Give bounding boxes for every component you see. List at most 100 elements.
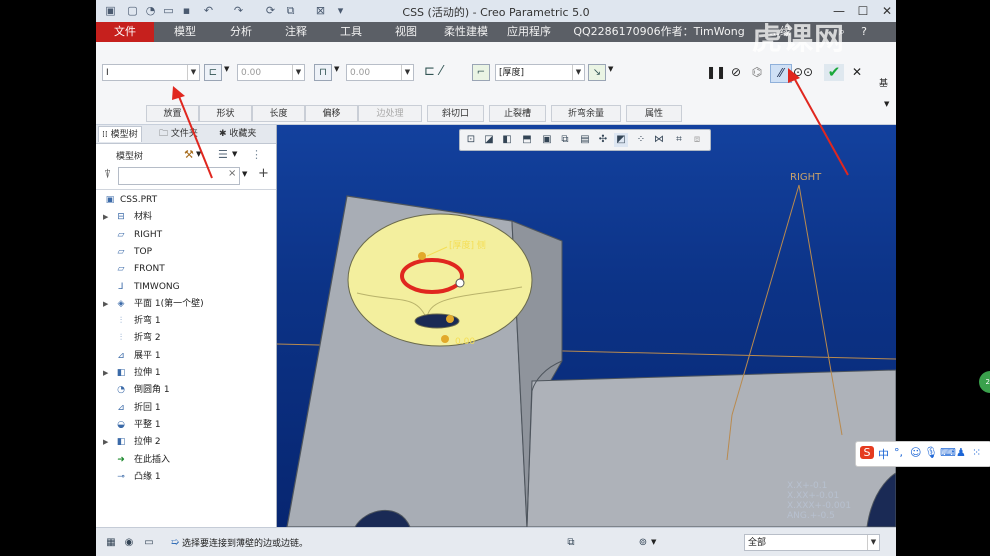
thickness-dimension-label[interactable]: [厚度] 侧 <box>449 238 486 251</box>
offset-type-icon[interactable]: ⊓ <box>314 64 332 81</box>
tab-relief[interactable]: 止裂槽 <box>489 105 546 122</box>
tree-item[interactable]: ▣ CSS.PRT <box>96 192 276 209</box>
tree-item[interactable]: ⫶ 折弯 1 <box>96 313 276 330</box>
perspective-icon[interactable]: ✣ <box>596 133 610 147</box>
binoculars-icon[interactable]: ⊚ <box>636 536 650 550</box>
tree-item[interactable]: ▱ FRONT <box>96 261 276 278</box>
drag-handle[interactable] <box>455 278 465 288</box>
skin-icon[interactable]: ♟ <box>956 446 966 459</box>
tab-favorites[interactable]: ✱ 收藏夹 <box>216 126 259 142</box>
keyboard-icon[interactable]: ⌨ <box>940 446 956 459</box>
show-navigator-icon[interactable]: ▦ <box>104 536 118 550</box>
selection-filter-select[interactable]: 全部 ▼ <box>744 534 880 551</box>
stop-icon[interactable]: ⊘ <box>728 64 744 81</box>
expand-arrow-icon[interactable]: ▶ <box>103 209 111 226</box>
offset-value-field[interactable]: 0.00 ▼ <box>346 64 414 81</box>
ime-mode-label[interactable]: 中 <box>878 446 889 462</box>
tab-shape[interactable]: 形状 <box>199 105 252 122</box>
cancel-icon[interactable]: ✕ <box>848 64 866 81</box>
repaint-icon[interactable]: ⬒ <box>520 133 534 147</box>
network-badge[interactable]: 29 <box>979 371 990 393</box>
menu-annotate[interactable]: 注释 <box>271 22 321 42</box>
thickness-select[interactable]: [厚度] ▼ <box>495 64 585 81</box>
menu-file[interactable]: 文件 <box>96 22 154 42</box>
glasses-icon[interactable]: ⊙⊙ <box>793 64 813 81</box>
tree-item[interactable]: ⊿ 展平 1 <box>96 348 276 365</box>
show-browser-icon[interactable]: ◉ <box>122 536 136 550</box>
filter-icon[interactable]: ⍒ <box>104 167 111 182</box>
menu-model[interactable]: 模型 <box>160 22 210 42</box>
drag-handle[interactable] <box>418 252 426 260</box>
length-type-icon[interactable]: ⊏ <box>204 64 222 81</box>
add-filter-icon[interactable]: + <box>258 166 269 181</box>
tree-item[interactable]: ➜ 在此插入 <box>96 452 276 469</box>
chevron-down-icon[interactable]: ▼ <box>224 65 229 73</box>
tab-properties[interactable]: 属性 <box>626 105 682 122</box>
tab-length[interactable]: 长度 <box>252 105 305 122</box>
graphics-viewport[interactable]: [厚度] 侧 0.00 RIGHT X.X+-0.1 X.XX+-0.01 X.… <box>277 125 896 527</box>
chevron-down-icon[interactable]: ▼ <box>232 150 237 158</box>
menu-analysis[interactable]: 分析 <box>216 22 266 42</box>
smart-select-icon[interactable]: ⧉ <box>564 536 578 550</box>
expand-arrow-icon[interactable]: ▶ <box>103 296 111 313</box>
expand-arrow-icon[interactable]: ▶ <box>103 434 111 451</box>
tree-item[interactable]: ⊸ 凸缘 1 <box>96 469 276 486</box>
drag-handle[interactable] <box>446 315 454 323</box>
tab-model-tree[interactable]: ⁞⁞ 模型树 <box>98 126 142 142</box>
help-icon[interactable]: ? <box>856 22 872 42</box>
pause-icon[interactable]: ❚❚ <box>706 64 726 81</box>
maximize-icon[interactable]: ☐ <box>852 0 874 22</box>
tree-search-input[interactable] <box>118 167 240 185</box>
tree-item[interactable]: ◒ 平整 1 <box>96 417 276 434</box>
chevron-down-icon[interactable]: ▼ <box>884 100 889 108</box>
full-screen-icon[interactable]: ▭ <box>142 536 156 550</box>
tree-item[interactable]: ▶ ◈ 平面 1(第一个壁) <box>96 296 276 313</box>
datum-axes-icon[interactable]: ⁘ <box>634 133 648 147</box>
settings-tools-icon[interactable]: ⚒ <box>184 148 194 161</box>
expand-arrow-icon[interactable]: ▶ <box>103 365 111 382</box>
datum-planes-icon[interactable]: ◩ <box>614 133 628 147</box>
drag-handle[interactable] <box>441 335 449 343</box>
verify-icon[interactable]: ⁄⁄ <box>770 64 792 83</box>
toolbox-icon[interactable]: ⁙ <box>972 446 981 459</box>
close-icon[interactable]: ✕ <box>876 0 896 22</box>
zoom-in-icon[interactable]: ◪ <box>482 133 496 147</box>
show-columns-icon[interactable]: ☰ <box>218 148 228 161</box>
clear-search-icon[interactable]: × <box>228 168 236 179</box>
datum-points-icon[interactable]: ⋈ <box>652 133 666 147</box>
chevron-down-icon[interactable]: ▼ <box>334 65 339 73</box>
tree-item[interactable]: ⅃ TIMWONG <box>96 279 276 296</box>
refit-icon[interactable]: ⊡ <box>464 133 478 147</box>
bend-flip-icon[interactable]: ↘ <box>588 64 606 81</box>
tab-bend-allowance[interactable]: 折弯余量 <box>551 105 621 122</box>
thickness-side-icon[interactable]: ⌐ <box>472 64 490 81</box>
model-geometry[interactable] <box>277 125 896 527</box>
menu-flexible-modeling[interactable]: 柔性建模 <box>436 22 496 42</box>
chevron-down-icon[interactable]: ▼ <box>242 170 247 178</box>
punctuation-icon[interactable]: °, <box>894 446 903 459</box>
coordinate-systems-icon[interactable]: ⌗ <box>672 133 686 147</box>
shape-select[interactable]: I ▼ <box>102 64 200 81</box>
ime-toolbar[interactable]: S 中 °, ☺ 🎙 ⌨ ♟ ⁙ <box>855 441 990 467</box>
tab-placement[interactable]: 放置 <box>146 105 199 122</box>
tree-item[interactable]: ▱ TOP <box>96 244 276 261</box>
preview-icon[interactable]: ⌬ <box>748 64 766 81</box>
tab-folder-browser[interactable]: 🗀 文件夹 <box>156 126 201 142</box>
display-style-icon[interactable]: ▣ <box>540 133 554 147</box>
saved-orientations-icon[interactable]: ⧉ <box>558 133 572 147</box>
tab-miter-cuts[interactable]: 斜切口 <box>427 105 484 122</box>
flip-side-icon[interactable]: ⊏ <box>424 64 435 79</box>
length-value-field[interactable]: 0.00 ▼ <box>237 64 305 81</box>
menu-author-info[interactable]: QQ2286170906作者：TimWong <box>562 22 756 42</box>
tree-item[interactable]: ⊿ 折回 1 <box>96 400 276 417</box>
zoom-out-icon[interactable]: ◧ <box>500 133 514 147</box>
tree-item[interactable]: ▶ ◧ 拉伸 1 <box>96 365 276 382</box>
confirm-icon[interactable]: ✔ <box>824 64 844 81</box>
tree-item[interactable]: ▶ ⊟ 材料 <box>96 209 276 226</box>
flip-direction-icon[interactable]: ⁄ <box>440 64 442 79</box>
emoji-icon[interactable]: ☺ <box>910 446 921 459</box>
annotation-display-icon[interactable]: ⧈ <box>690 133 704 147</box>
tree-item[interactable]: ◔ 倒圆角 1 <box>96 382 276 399</box>
tree-item[interactable]: ▱ RIGHT <box>96 227 276 244</box>
menu-tools[interactable]: 工具 <box>326 22 376 42</box>
